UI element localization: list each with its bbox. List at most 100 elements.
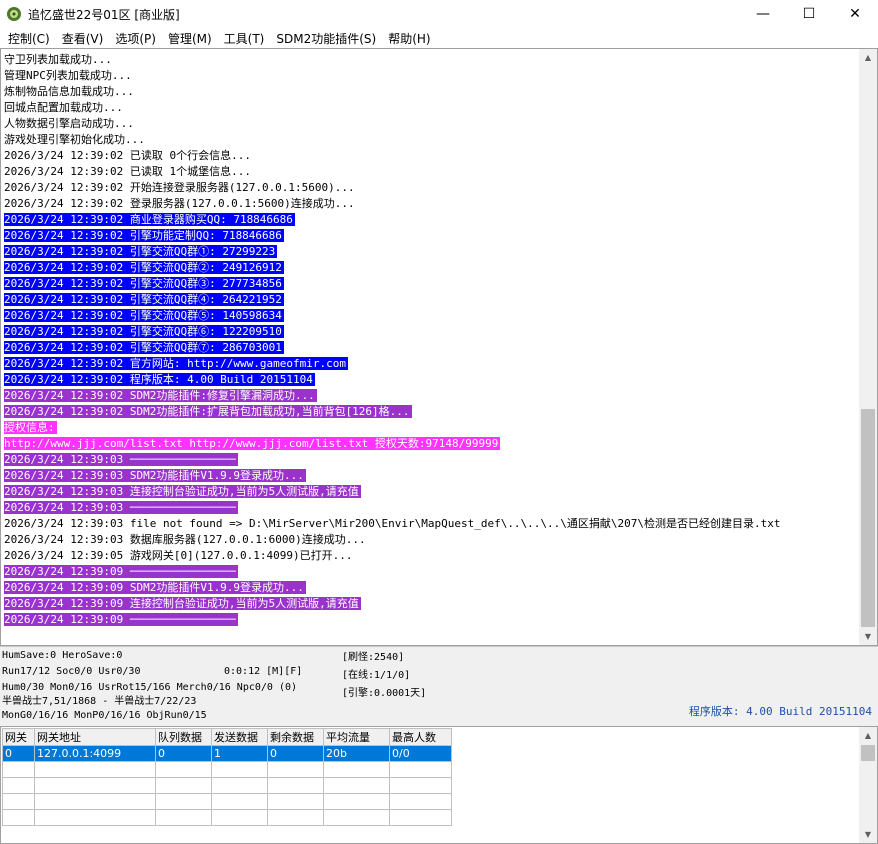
- col-remaining[interactable]: 剩余数据: [267, 728, 324, 746]
- log-line-text: 守卫列表加载成功...: [4, 53, 112, 66]
- log-line: 2026/3/24 12:39:03 连接控制台验证成功,当前为5人测试版,请充…: [4, 484, 854, 500]
- cell-gateway: 0: [2, 745, 35, 762]
- table-row[interactable]: [2, 777, 452, 794]
- log-line-text: 2026/3/24 12:39:03 file not found => D:\…: [4, 517, 781, 530]
- log-line: 回城点配置加载成功...: [4, 100, 854, 116]
- log-line: 2026/3/24 12:39:03 数据库服务器(127.0.0.1:6000…: [4, 532, 854, 548]
- close-button[interactable]: ✕: [832, 0, 878, 28]
- menu-control[interactable]: 控制(C): [3, 30, 55, 47]
- menu-view[interactable]: 查看(V): [57, 30, 109, 47]
- log-line: 2026/3/24 12:39:02 SDM2功能插件:修复引擎漏洞成功...: [4, 388, 854, 404]
- status-run: Run17/12 Soc0/0 Usr0/30: [2, 666, 141, 677]
- log-line: 炼制物品信息加载成功...: [4, 84, 854, 100]
- log-line: 2026/3/24 12:39:02 引擎交流QQ群⑥: 122209510: [4, 324, 854, 340]
- log-line-text: http://www.jjj.com/list.txt http://www.j…: [4, 437, 501, 450]
- grid-scrollbar[interactable]: ▲ ▼: [859, 727, 877, 843]
- log-line-text: 2026/3/24 12:39:02 商业登录器购买QQ: 718846686: [4, 213, 295, 226]
- col-send[interactable]: 发送数据: [211, 728, 268, 746]
- log-line-text: 管理NPC列表加载成功...: [4, 69, 132, 82]
- log-line-text: 2026/3/24 12:39:09 ────────────────: [4, 613, 238, 626]
- log-line-text: 2026/3/24 12:39:02 官方网站: http://www.game…: [4, 357, 349, 370]
- log-line: 管理NPC列表加载成功...: [4, 68, 854, 84]
- log-scrollbar[interactable]: ▲ ▼: [859, 49, 877, 645]
- scroll-down-icon[interactable]: ▼: [859, 628, 877, 645]
- log-line-text: 人物数据引擎启动成功...: [4, 117, 134, 130]
- table-header-row: 网关 网关地址 队列数据 发送数据 剩余数据 平均流量 最高人数: [2, 728, 452, 746]
- log-line: 2026/3/24 12:39:02 引擎交流QQ群③: 277734856: [4, 276, 854, 292]
- log-line: 守卫列表加载成功...: [4, 52, 854, 68]
- menu-tools[interactable]: 工具(T): [219, 30, 270, 47]
- log-line-text: 2026/3/24 12:39:02 开始连接登录服务器(127.0.0.1:5…: [4, 181, 355, 194]
- col-avg-flow[interactable]: 平均流量: [323, 728, 390, 746]
- log-line: 授权信息:: [4, 420, 854, 436]
- status-monster: 半兽战士7,51/1868 - 半兽战士7/22/23: [2, 696, 197, 707]
- status-online: [在线:1/1/0]: [342, 670, 411, 681]
- menu-sdm2-plugin[interactable]: SDM2功能插件(S): [271, 30, 381, 47]
- scrollbar-thumb[interactable]: [861, 409, 875, 627]
- log-line-text: 炼制物品信息加载成功...: [4, 85, 134, 98]
- log-line: 2026/3/24 12:39:05 游戏网关[0](127.0.0.1:409…: [4, 548, 854, 564]
- minimize-button[interactable]: —: [740, 0, 786, 28]
- gateway-grid[interactable]: 网关 网关地址 队列数据 发送数据 剩余数据 平均流量 最高人数 0 127.0…: [0, 726, 878, 844]
- log-panel[interactable]: 守卫列表加载成功... 管理NPC列表加载成功... 炼制物品信息加载成功... 回城…: [0, 48, 878, 646]
- log-line-text: 2026/3/24 12:39:03 数据库服务器(127.0.0.1:6000…: [4, 533, 366, 546]
- app-icon: [6, 6, 22, 22]
- status-hum: Hum0/30 Mon0/16 UsrRot15/166 Merch0/16 N…: [2, 682, 298, 693]
- log-line: 2026/3/24 12:39:02 SDM2功能插件:扩展背包加载成功,当前背…: [4, 404, 854, 420]
- menu-manage[interactable]: 管理(M): [163, 30, 217, 47]
- menu-help[interactable]: 帮助(H): [383, 30, 435, 47]
- menu-bar: 控制(C) 查看(V) 选项(P) 管理(M) 工具(T) SDM2功能插件(S…: [0, 28, 878, 48]
- log-line-text: 2026/3/24 12:39:02 引擎交流QQ群②: 249126912: [4, 261, 284, 274]
- log-line-text: 2026/3/24 12:39:03 SDM2功能插件V1.9.9登录成功...: [4, 469, 306, 482]
- window-title: 追忆盛世22号01区 [商业版]: [28, 7, 180, 22]
- log-line: 2026/3/24 12:39:03 ────────────────: [4, 500, 854, 516]
- log-line: 游戏处理引擎初始化成功...: [4, 132, 854, 148]
- menu-options[interactable]: 选项(P): [110, 30, 161, 47]
- log-line: 2026/3/24 12:39:03 file not found => D:\…: [4, 516, 854, 532]
- table-row[interactable]: [2, 761, 452, 778]
- scroll-down-icon[interactable]: ▼: [859, 826, 877, 843]
- col-queue[interactable]: 队列数据: [155, 728, 212, 746]
- log-line: 2026/3/24 12:39:02 引擎交流QQ群⑤: 140598634: [4, 308, 854, 324]
- table-row[interactable]: [2, 793, 452, 810]
- table-row[interactable]: [2, 809, 452, 826]
- log-line: 2026/3/24 12:39:02 登录服务器(127.0.0.1:5600)…: [4, 196, 854, 212]
- status-mong: MonG0/16/16 MonP0/16/16 ObjRun0/15: [2, 710, 207, 721]
- log-line: 2026/3/24 12:39:09 ────────────────: [4, 612, 854, 628]
- status-humsave: HumSave:0 HeroSave:0: [2, 650, 123, 661]
- log-line-text: 2026/3/24 12:39:02 引擎交流QQ群③: 277734856: [4, 277, 284, 290]
- log-line-text: 2026/3/24 12:39:03 连接控制台验证成功,当前为5人测试版,请充…: [4, 485, 361, 498]
- log-line: 人物数据引擎启动成功...: [4, 116, 854, 132]
- log-line-text: 2026/3/24 12:39:02 引擎功能定制QQ: 718846686: [4, 229, 284, 242]
- cell-remaining: 0: [267, 745, 324, 762]
- maximize-button[interactable]: ☐: [786, 0, 832, 28]
- log-line: 2026/3/24 12:39:02 引擎功能定制QQ: 718846686: [4, 228, 854, 244]
- scroll-up-icon[interactable]: ▲: [859, 727, 877, 744]
- status-uptime: 0:0:12 [M][F]: [224, 666, 303, 677]
- cell-queue: 0: [155, 745, 212, 762]
- log-line-text: 游戏处理引擎初始化成功...: [4, 133, 145, 146]
- log-line: 2026/3/24 12:39:09 连接控制台验证成功,当前为5人测试版,请充…: [4, 596, 854, 612]
- scroll-up-icon[interactable]: ▲: [859, 49, 877, 66]
- col-gateway[interactable]: 网关: [2, 728, 35, 746]
- log-line-text: 2026/3/24 12:39:03 ────────────────: [4, 501, 238, 514]
- log-line-text: 2026/3/24 12:39:03 ────────────────: [4, 453, 238, 466]
- log-line-text: 2026/3/24 12:39:02 引擎交流QQ群⑤: 140598634: [4, 309, 284, 322]
- log-line: 2026/3/24 12:39:09 ────────────────: [4, 564, 854, 580]
- log-line: 2026/3/24 12:39:02 引擎交流QQ群⑦: 286703001: [4, 340, 854, 356]
- log-line: 2026/3/24 12:39:02 商业登录器购买QQ: 718846686: [4, 212, 854, 228]
- log-line-text: 2026/3/24 12:39:02 引擎交流QQ群④: 264221952: [4, 293, 284, 306]
- col-address[interactable]: 网关地址: [34, 728, 156, 746]
- log-line: 2026/3/24 12:39:02 程序版本: 4.00 Build 2015…: [4, 372, 854, 388]
- log-line-text: 授权信息:: [4, 421, 57, 434]
- table-row[interactable]: 0 127.0.0.1:4099 0 1 0 20b 0/0: [2, 745, 452, 762]
- scrollbar-thumb[interactable]: [861, 745, 875, 761]
- log-line: 2026/3/24 12:39:02 已读取 0个行会信息...: [4, 148, 854, 164]
- status-refresh: [刷怪:2540]: [342, 652, 405, 663]
- log-line-text: 2026/3/24 12:39:02 引擎交流QQ群⑥: 122209510: [4, 325, 284, 338]
- status-engine: [引擎:0.0001天]: [342, 688, 427, 699]
- log-line: 2026/3/24 12:39:02 开始连接登录服务器(127.0.0.1:5…: [4, 180, 854, 196]
- log-line: 2026/3/24 12:39:02 已读取 1个城堡信息...: [4, 164, 854, 180]
- log-line-text: 回城点配置加载成功...: [4, 101, 123, 114]
- col-max-users[interactable]: 最高人数: [389, 728, 452, 746]
